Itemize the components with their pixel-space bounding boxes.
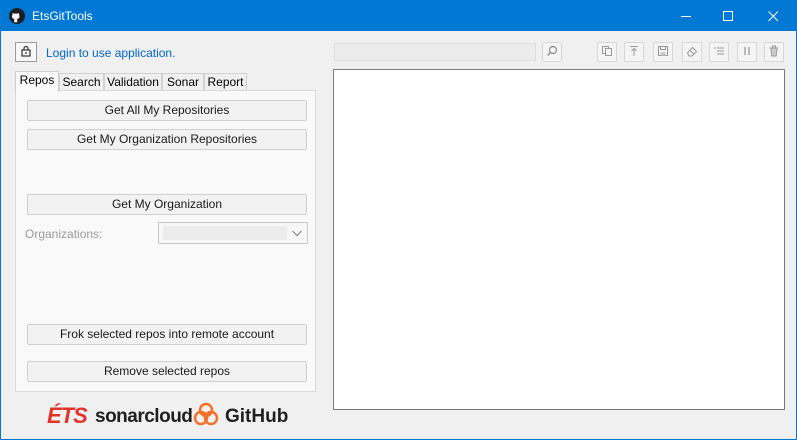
search-button[interactable] [542, 42, 562, 62]
fork-repos-button[interactable]: Frok selected repos into remote account [27, 324, 307, 345]
pause-icon [741, 45, 753, 60]
list-icon [713, 45, 725, 60]
tab-validation[interactable]: Validation [104, 73, 162, 91]
ets-logo: ÉTS [47, 403, 88, 428]
maximize-button[interactable] [705, 1, 751, 31]
organizations-select-value [163, 226, 287, 240]
tab-search[interactable]: Search [59, 73, 104, 91]
tab-sonar[interactable]: Sonar [162, 73, 204, 91]
copy-button[interactable] [597, 42, 617, 62]
get-org-button[interactable]: Get My Organization [27, 194, 307, 215]
search-input[interactable] [334, 43, 536, 61]
tab-report[interactable]: Report [204, 73, 247, 91]
chevron-down-icon [291, 227, 303, 242]
delete-button[interactable] [764, 42, 784, 62]
window-title: EtsGitTools [32, 9, 93, 23]
sonarcloud-logo: sonarcloud [95, 406, 193, 427]
github-icon [9, 8, 25, 24]
output-panel[interactable] [333, 69, 785, 410]
copy-icon [601, 45, 613, 60]
login-link[interactable]: Login to use application. [46, 46, 175, 60]
save-icon [657, 45, 669, 60]
tab-repos[interactable]: Repos [15, 71, 59, 92]
clear-button[interactable] [682, 42, 702, 62]
upload-button[interactable] [624, 42, 644, 62]
minimize-button[interactable] [663, 1, 709, 31]
lock-icon [20, 45, 32, 60]
save-button[interactable] [653, 42, 673, 62]
upload-icon [628, 45, 640, 60]
get-all-repos-button[interactable]: Get All My Repositories [27, 100, 307, 121]
organizations-select[interactable] [158, 222, 308, 244]
get-org-repos-button[interactable]: Get My Organization Repositories [27, 129, 307, 150]
close-button[interactable] [750, 1, 796, 31]
title-bar[interactable]: EtsGitTools [1, 1, 796, 31]
pause-button[interactable] [737, 42, 757, 62]
app-window: EtsGitTools Login to use application. Re… [0, 0, 797, 440]
trash-icon [768, 45, 780, 60]
organizations-label: Organizations: [25, 227, 103, 241]
remove-repos-button[interactable]: Remove selected repos [27, 361, 307, 382]
list-button[interactable] [709, 42, 729, 62]
sonarcloud-cloud-icon [192, 402, 220, 431]
login-button[interactable] [15, 42, 37, 62]
search-icon [546, 45, 558, 60]
github-logo: GitHub [225, 406, 289, 427]
eraser-icon [686, 45, 698, 60]
